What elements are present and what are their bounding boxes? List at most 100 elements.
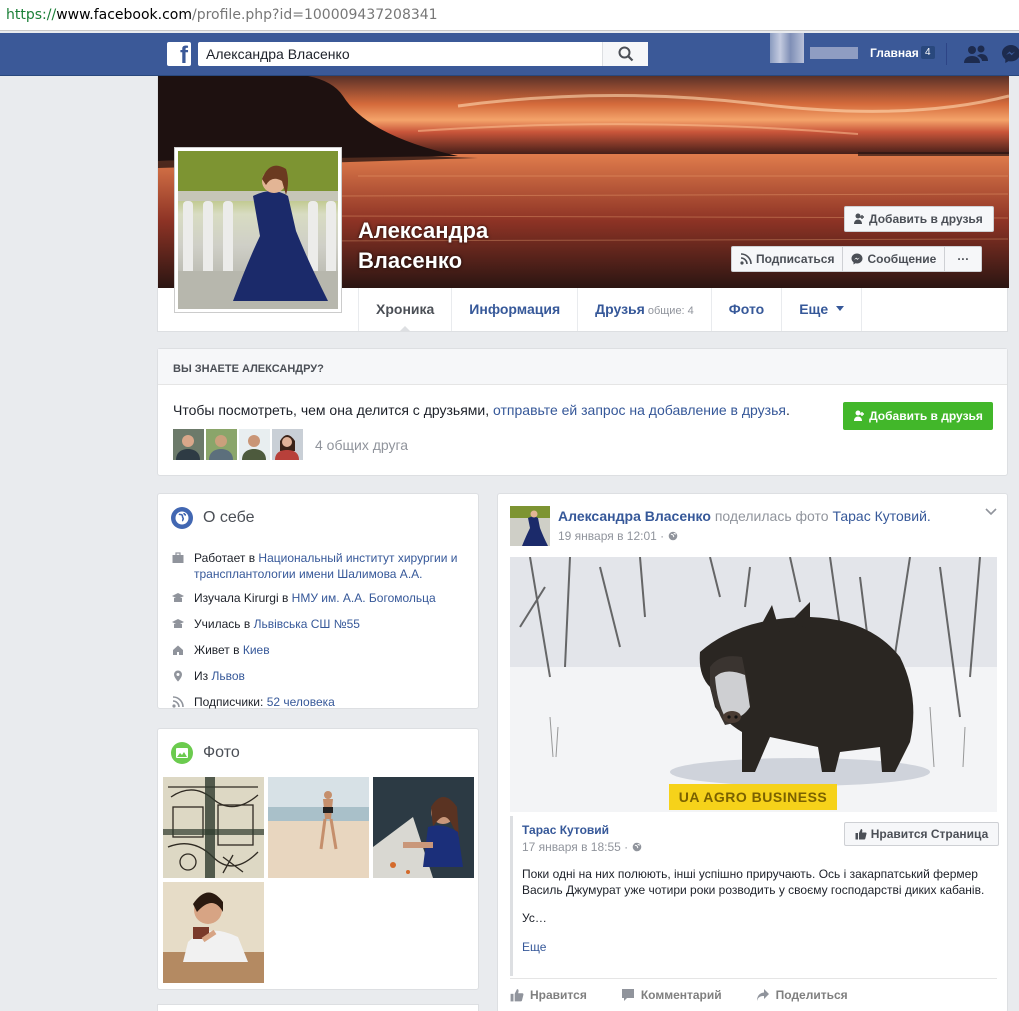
- like-page-button[interactable]: Нравится Страница: [844, 822, 999, 846]
- profile-name[interactable]: Александра Власенко: [358, 216, 488, 276]
- browser-address-bar[interactable]: https://www.facebook.com/profile.php?id=…: [0, 0, 1019, 31]
- url-text[interactable]: https://www.facebook.com/profile.php?id=…: [6, 7, 438, 23]
- profile-last-name: Власенко: [358, 248, 463, 273]
- about-row-school: Училась в Львівська СШ №55: [172, 616, 472, 634]
- comment-button[interactable]: Комментарий: [621, 988, 722, 1002]
- post-date[interactable]: 19 января в 12:01 ·: [558, 529, 668, 543]
- post-meta: 19 января в 12:01 ·: [558, 529, 678, 543]
- ua-agro-business-label: UA AGRO BUSINESS: [678, 789, 828, 805]
- about-title-label: О себе: [203, 509, 255, 526]
- friend-requests-icon[interactable]: [964, 44, 988, 64]
- search-button[interactable]: [602, 42, 648, 66]
- search-box: [198, 42, 648, 66]
- nav-profile-avatar[interactable]: [770, 33, 804, 63]
- mutual-friend-avatar[interactable]: [206, 429, 237, 460]
- post-photo[interactable]: UA AGRO BUSINESS: [510, 557, 997, 812]
- send-friend-request-link[interactable]: отправьте ей запрос на добавление в друз…: [493, 402, 786, 418]
- search-icon: [618, 46, 634, 62]
- add-friend-icon: [854, 410, 865, 421]
- mutual-friends-count[interactable]: 4 общих друга: [315, 437, 408, 453]
- about-school-prefix: Училась в: [194, 617, 254, 631]
- about-school-link[interactable]: Львівська СШ №55: [254, 617, 360, 631]
- tab-about[interactable]: Информация: [451, 288, 577, 331]
- about-work-prefix: Работает в: [194, 551, 259, 565]
- about-followers-link[interactable]: 52 человека: [267, 695, 335, 709]
- profile-picture[interactable]: [174, 147, 342, 313]
- photo-icon: [171, 742, 193, 764]
- comment-label: Комментарий: [640, 987, 722, 1002]
- more-options-label: ···: [957, 252, 970, 266]
- like-button[interactable]: Нравится: [510, 988, 587, 1002]
- tab-timeline-label: Хроника: [376, 301, 435, 317]
- do-you-know-card: ВЫ ЗНАЕТЕ АЛЕКСАНДРУ? Чтобы посмотреть, …: [157, 348, 1008, 476]
- message-button[interactable]: Сообщение: [843, 247, 946, 271]
- tab-more[interactable]: Еще: [781, 288, 863, 331]
- nav-home-count-badge: 4: [921, 46, 935, 59]
- next-card-edge: [157, 1004, 479, 1011]
- share-button[interactable]: Поделиться: [756, 988, 848, 1002]
- add-friend-button[interactable]: Добавить в друзья: [844, 206, 994, 232]
- chevron-down-icon: [836, 306, 845, 315]
- mutual-friend-avatar[interactable]: [272, 429, 303, 460]
- post-author-link[interactable]: Александра Власенко: [558, 508, 711, 524]
- tab-photos-label: Фото: [728, 301, 765, 317]
- about-university-link[interactable]: НМУ им. А.А. Богомольца: [292, 591, 436, 605]
- nav-home-link[interactable]: Главная: [870, 46, 919, 60]
- facebook-logo[interactable]: f: [167, 42, 191, 68]
- tab-friends[interactable]: Друзья общие: 4: [577, 288, 711, 331]
- do-you-know-text: Чтобы посмотреть, чем она делится с друз…: [173, 402, 790, 418]
- about-followers-prefix: Подписчики:: [194, 695, 267, 709]
- tab-about-label: Информация: [469, 301, 561, 317]
- profile-actions-group: Подписаться Сообщение ···: [731, 246, 983, 272]
- tab-friends-label: Друзья: [595, 301, 645, 317]
- shared-text: Поки одні на них полюють, інші успішно п…: [522, 866, 992, 938]
- like-label: Нравится: [530, 987, 587, 1002]
- see-more-link[interactable]: Еще: [522, 940, 546, 954]
- about-title[interactable]: О себе: [171, 507, 255, 529]
- tab-more-label: Еще: [799, 301, 829, 317]
- mutual-friend-avatar[interactable]: [239, 429, 270, 460]
- url-host: www.facebook.com: [56, 7, 192, 23]
- photo-thumbnail[interactable]: [163, 777, 264, 878]
- search-input[interactable]: [198, 42, 598, 66]
- about-row-work: Работает в Национальный институт хирурги…: [172, 550, 472, 582]
- photo-thumbnail[interactable]: [268, 777, 369, 878]
- comment-icon: [621, 988, 634, 1001]
- like-page-label: Нравится Страница: [870, 827, 989, 841]
- graduation-cap-icon: [172, 619, 184, 628]
- post-actions-bar: Нравится Комментарий Поделиться: [510, 978, 997, 1010]
- messages-icon[interactable]: [1001, 44, 1019, 64]
- shared-author-link[interactable]: Тарас Кутовий: [522, 823, 609, 837]
- do-you-know-text-suffix: .: [785, 402, 790, 418]
- tab-timeline[interactable]: Хроника: [358, 288, 451, 332]
- about-list: Работает в Национальный институт хирурги…: [172, 550, 472, 720]
- photo-thumbnail[interactable]: [373, 777, 474, 878]
- about-from-link[interactable]: Львов: [211, 669, 244, 683]
- shared-text-paragraph: Поки одні на них полюють, інші успішно п…: [522, 867, 985, 897]
- mutual-friends: 4 общих друга: [173, 429, 408, 460]
- briefcase-icon: [172, 552, 184, 563]
- about-lives-link[interactable]: Киев: [243, 643, 270, 657]
- about-row-followers: Подписчики: 52 человека: [172, 694, 472, 712]
- tab-friends-mutual-count: общие: 4: [647, 305, 694, 317]
- mutual-friend-avatar[interactable]: [173, 429, 204, 460]
- chevron-down-icon[interactable]: [985, 508, 997, 516]
- post-author-avatar[interactable]: [510, 506, 550, 546]
- nav-profile-name[interactable]: [810, 47, 858, 59]
- more-options-button[interactable]: ···: [945, 247, 981, 271]
- shared-date[interactable]: 17 января в 18:55 ·: [522, 840, 632, 854]
- follow-label: Подписаться: [756, 252, 835, 266]
- do-you-know-text-prefix: Чтобы посмотреть, чем она делится с друз…: [173, 402, 494, 418]
- tab-photos[interactable]: Фото: [710, 288, 781, 331]
- ua-agro-business-banner: UA AGRO BUSINESS: [669, 784, 837, 810]
- profile-header-card: Александра Власенко Добавить в друзья Под…: [157, 76, 1009, 332]
- photos-title[interactable]: Фото: [171, 742, 240, 764]
- follow-button[interactable]: Подписаться: [732, 247, 844, 271]
- globe-icon: [632, 842, 641, 852]
- message-label: Сообщение: [867, 252, 937, 266]
- globe-icon: [171, 507, 193, 529]
- about-row-from: Из Львов: [172, 668, 472, 686]
- post-target-link[interactable]: Тарас Кутовий.: [832, 508, 930, 524]
- add-friend-green-button[interactable]: Добавить в друзья: [843, 402, 993, 430]
- photo-thumbnail[interactable]: [163, 882, 264, 983]
